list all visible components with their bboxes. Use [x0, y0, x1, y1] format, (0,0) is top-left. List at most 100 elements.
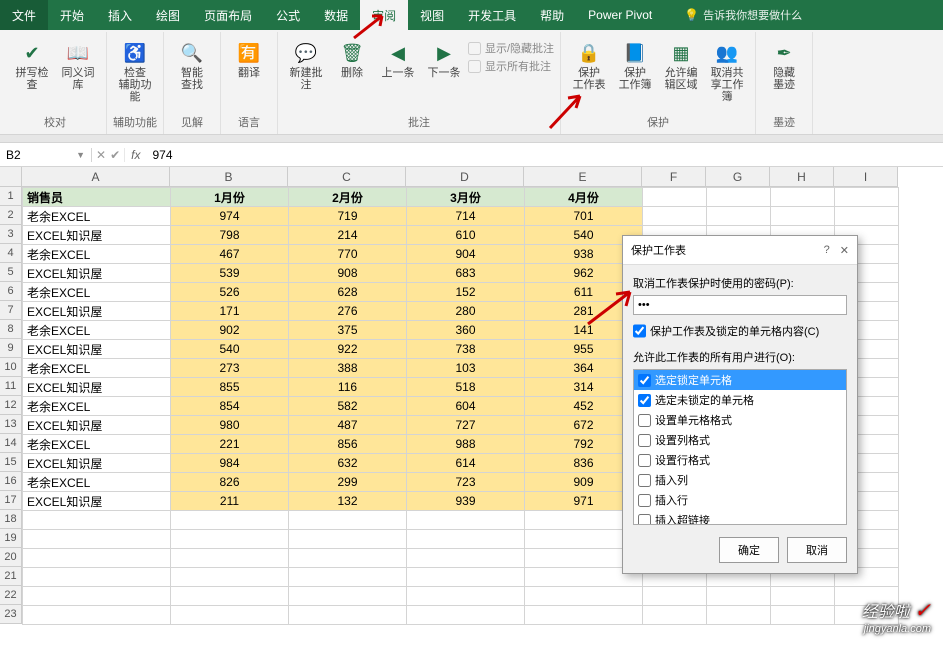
row-header[interactable]: 7	[0, 301, 22, 320]
name-box-dropdown-icon[interactable]: ▼	[76, 150, 85, 160]
show-hide-comment[interactable]: 显示/隐藏批注	[468, 40, 554, 56]
cell[interactable]: 老余EXCEL	[23, 473, 171, 492]
row-header[interactable]: 21	[0, 567, 22, 586]
cell[interactable]: 171	[171, 302, 289, 321]
cell[interactable]: 610	[407, 226, 525, 245]
cell[interactable]: 855	[171, 378, 289, 397]
header-cell[interactable]: 1月份	[171, 188, 289, 207]
cell[interactable]: 老余EXCEL	[23, 207, 171, 226]
accept-formula-icon[interactable]: ✔	[110, 148, 120, 162]
cell[interactable]: EXCEL知识屋	[23, 226, 171, 245]
permission-checkbox[interactable]	[638, 494, 651, 507]
spelling-button[interactable]: ✔拼写检查	[10, 36, 54, 96]
cell[interactable]	[23, 606, 171, 625]
delete-comment-button[interactable]: 🗑删除	[330, 36, 374, 84]
cell[interactable]: 273	[171, 359, 289, 378]
permission-item[interactable]: 插入超链接	[634, 510, 846, 525]
allow-edit-ranges-button[interactable]: ▦允许编 辑区域	[659, 36, 703, 96]
cell[interactable]	[407, 511, 525, 530]
translate-button[interactable]: 🈶翻译	[227, 36, 271, 84]
permission-item[interactable]: 设置单元格格式	[634, 410, 846, 430]
row-header[interactable]: 10	[0, 358, 22, 377]
cell[interactable]: 922	[289, 340, 407, 359]
cell[interactable]	[407, 587, 525, 606]
cell[interactable]: 211	[171, 492, 289, 511]
cell[interactable]: 984	[171, 454, 289, 473]
permissions-list[interactable]: 选定锁定单元格选定未锁定的单元格设置单元格格式设置列格式设置行格式插入列插入行插…	[633, 369, 847, 525]
cancel-button[interactable]: 取消	[787, 537, 847, 563]
permission-item[interactable]: 设置行格式	[634, 450, 846, 470]
cell[interactable]	[707, 207, 771, 226]
tab-data[interactable]: 数据	[312, 0, 360, 30]
thesaurus-button[interactable]: 📖同义词库	[56, 36, 100, 96]
permission-item[interactable]: 选定锁定单元格	[634, 370, 846, 390]
cell[interactable]: 老余EXCEL	[23, 321, 171, 340]
cell[interactable]: 299	[289, 473, 407, 492]
show-all-comments[interactable]: 显示所有批注	[468, 58, 554, 74]
cell[interactable]	[171, 587, 289, 606]
cell[interactable]: 221	[171, 435, 289, 454]
cell[interactable]	[289, 549, 407, 568]
tab-review[interactable]: 审阅	[360, 0, 408, 30]
col-header[interactable]: D	[406, 167, 524, 187]
cell[interactable]: 老余EXCEL	[23, 397, 171, 416]
permission-checkbox[interactable]	[638, 474, 651, 487]
cell[interactable]: 老余EXCEL	[23, 359, 171, 378]
password-input[interactable]	[633, 295, 847, 315]
protect-contents-check[interactable]	[633, 323, 646, 339]
cell[interactable]: 276	[289, 302, 407, 321]
row-header[interactable]: 14	[0, 434, 22, 453]
cell[interactable]	[171, 549, 289, 568]
cell[interactable]	[525, 587, 643, 606]
cell[interactable]: 老余EXCEL	[23, 245, 171, 264]
cell[interactable]	[23, 511, 171, 530]
header-cell[interactable]	[835, 188, 899, 207]
tab-draw[interactable]: 绘图	[144, 0, 192, 30]
new-comment-button[interactable]: 💬新建批注	[284, 36, 328, 96]
cell[interactable]: 103	[407, 359, 525, 378]
tab-formulas[interactable]: 公式	[264, 0, 312, 30]
cell[interactable]	[171, 568, 289, 587]
cell[interactable]: EXCEL知识屋	[23, 264, 171, 283]
cell[interactable]: 727	[407, 416, 525, 435]
cell[interactable]	[23, 587, 171, 606]
permission-item[interactable]: 插入列	[634, 470, 846, 490]
permission-checkbox[interactable]	[638, 374, 651, 387]
cell[interactable]: 375	[289, 321, 407, 340]
cell[interactable]	[771, 587, 835, 606]
row-header[interactable]: 2	[0, 206, 22, 225]
row-header[interactable]: 5	[0, 263, 22, 282]
tab-powerpivot[interactable]: Power Pivot	[576, 0, 664, 30]
permission-checkbox[interactable]	[638, 434, 651, 447]
cell[interactable]	[23, 530, 171, 549]
cell[interactable]: 老余EXCEL	[23, 283, 171, 302]
permission-checkbox[interactable]	[638, 414, 651, 427]
tab-view[interactable]: 视图	[408, 0, 456, 30]
cell[interactable]: 632	[289, 454, 407, 473]
cell[interactable]	[171, 606, 289, 625]
cell[interactable]: 770	[289, 245, 407, 264]
cell[interactable]: 540	[171, 340, 289, 359]
cell[interactable]	[525, 606, 643, 625]
cell[interactable]: 902	[171, 321, 289, 340]
hide-ink-button[interactable]: ✒隐藏 墨迹	[762, 36, 806, 96]
col-header[interactable]: B	[170, 167, 288, 187]
cell[interactable]: 738	[407, 340, 525, 359]
cell[interactable]	[643, 587, 707, 606]
header-cell[interactable]: 4月份	[525, 188, 643, 207]
header-cell[interactable]: 销售员	[23, 188, 171, 207]
close-icon[interactable]: ✕	[840, 244, 849, 257]
cell[interactable]	[407, 606, 525, 625]
tab-help[interactable]: 帮助	[528, 0, 576, 30]
row-header[interactable]: 19	[0, 529, 22, 548]
cell[interactable]: 116	[289, 378, 407, 397]
row-header[interactable]: 3	[0, 225, 22, 244]
row-header[interactable]: 11	[0, 377, 22, 396]
tell-me-search[interactable]: 💡 告诉我你想要做什么	[684, 0, 802, 30]
row-header[interactable]: 22	[0, 586, 22, 605]
cell[interactable]: 467	[171, 245, 289, 264]
cell[interactable]: 939	[407, 492, 525, 511]
row-header[interactable]: 1	[0, 187, 22, 206]
tab-file[interactable]: 文件	[0, 0, 48, 30]
permission-item[interactable]: 插入行	[634, 490, 846, 510]
